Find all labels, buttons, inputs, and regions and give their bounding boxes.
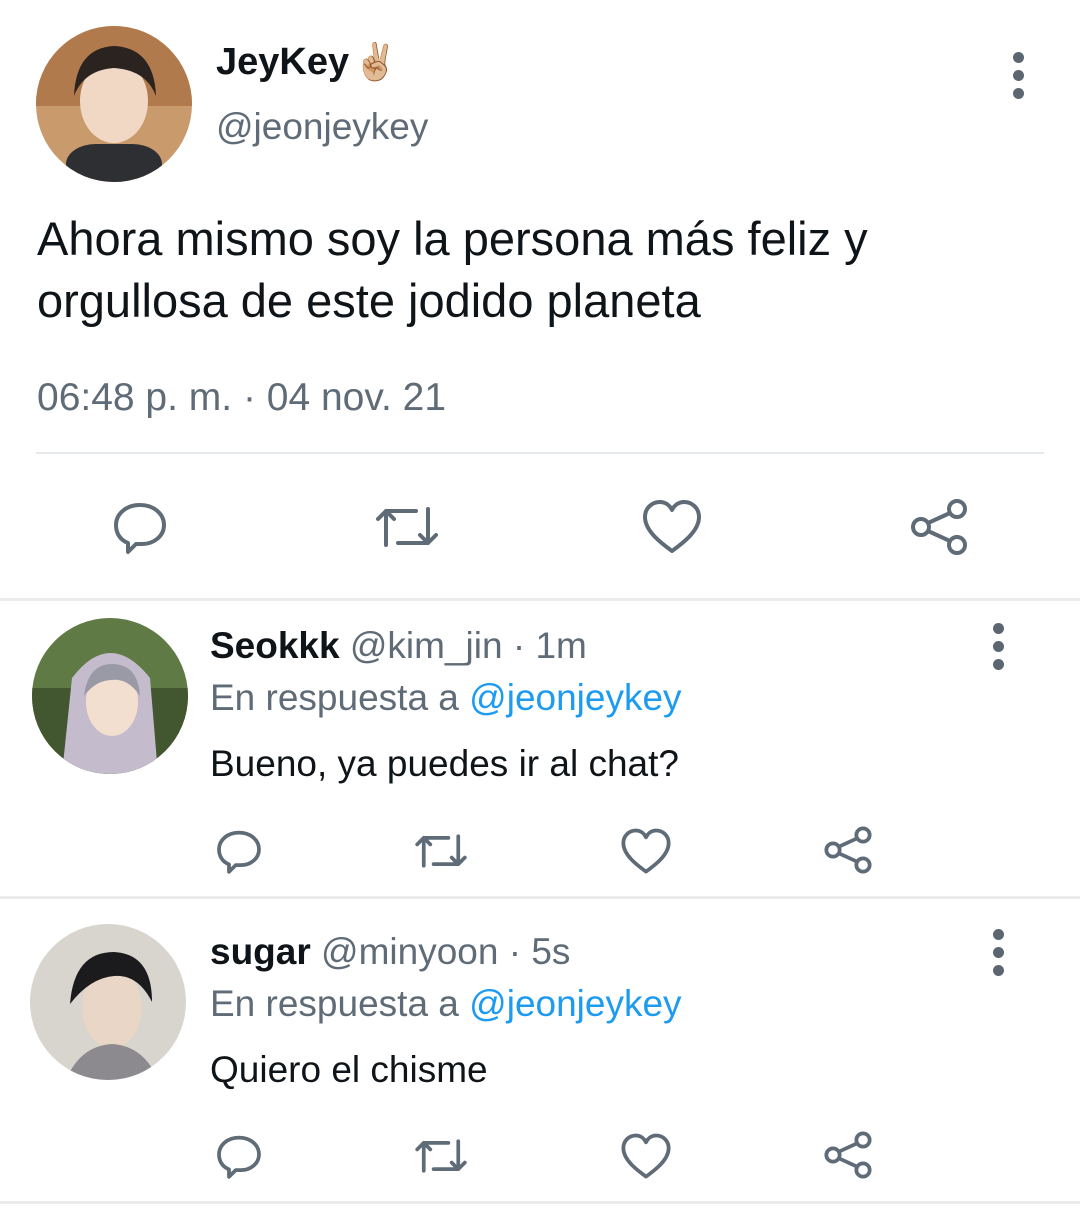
reply-divider-1 bbox=[0, 896, 1080, 899]
reply2-more-icon[interactable] bbox=[978, 917, 1018, 987]
reply2-retweet-icon[interactable] bbox=[412, 1133, 470, 1179]
reply2-context: En respuesta a @jeonjeykey bbox=[210, 980, 682, 1028]
main-avatar[interactable] bbox=[36, 26, 192, 182]
tweet-text-line2: orgullosa de este jodido planeta bbox=[37, 274, 701, 327]
reply1-avatar[interactable] bbox=[32, 618, 188, 774]
reply1-retweet-icon[interactable] bbox=[412, 828, 470, 874]
reply1-context: En respuesta a @jeonjeykey bbox=[210, 674, 682, 722]
main-tweet-text: Ahora mismo soy la persona más feliz y o… bbox=[37, 208, 868, 332]
main-handle[interactable]: @jeonjeykey bbox=[216, 104, 428, 150]
like-icon[interactable] bbox=[641, 499, 703, 555]
tweet-text-line1: Ahora mismo soy la persona más feliz y bbox=[37, 212, 868, 265]
reply1-time[interactable]: · 1m bbox=[513, 625, 587, 666]
reply2-header: sugar @minyoon · 5s bbox=[210, 928, 570, 976]
reply2-like-icon[interactable] bbox=[620, 1133, 672, 1180]
share-icon[interactable] bbox=[908, 497, 970, 557]
reply2-time[interactable]: · 5s bbox=[509, 931, 571, 972]
reply1-handle[interactable]: @kim_jin bbox=[350, 625, 503, 666]
reply-icon[interactable] bbox=[110, 497, 170, 557]
reply2-text: Quiero el chisme bbox=[210, 1049, 488, 1090]
main-timestamp[interactable]: 06:48 p. m. · 04 nov. 21 bbox=[37, 374, 446, 422]
retweet-icon[interactable] bbox=[372, 499, 442, 555]
reply1-display-name[interactable]: Seokkk bbox=[210, 625, 340, 666]
reply1-reply-to-link[interactable]: @jeonjeykey bbox=[469, 677, 681, 718]
reply1-text: Bueno, ya puedes ir al chat? bbox=[210, 743, 679, 784]
reply1-reply-icon[interactable] bbox=[214, 826, 264, 876]
reply1-reply-prefix: En respuesta a bbox=[210, 677, 459, 718]
reply2-reply-icon[interactable] bbox=[214, 1131, 264, 1181]
section-divider bbox=[0, 598, 1080, 601]
reply-divider-2 bbox=[0, 1201, 1080, 1204]
reply2-display-name[interactable]: sugar bbox=[210, 931, 311, 972]
reply1-more-icon[interactable] bbox=[978, 611, 1018, 681]
reply2-handle[interactable]: @minyoon bbox=[321, 931, 498, 972]
main-display-name[interactable]: JeyKey ✌🏼 bbox=[216, 38, 398, 86]
display-name-text: JeyKey bbox=[216, 41, 350, 83]
reply1-header: Seokkk @kim_jin · 1m bbox=[210, 622, 587, 670]
reply1-like-icon[interactable] bbox=[620, 828, 672, 875]
reply1-share-icon[interactable] bbox=[822, 825, 874, 875]
victory-emoji: ✌🏼 bbox=[353, 41, 398, 82]
reply2-reply-prefix: En respuesta a bbox=[210, 983, 459, 1024]
main-more-icon[interactable] bbox=[998, 40, 1038, 110]
reply2-reply-to-link[interactable]: @jeonjeykey bbox=[469, 983, 681, 1024]
reply2-share-icon[interactable] bbox=[822, 1130, 874, 1180]
reply2-avatar[interactable] bbox=[30, 924, 186, 1080]
main-divider bbox=[36, 452, 1044, 454]
